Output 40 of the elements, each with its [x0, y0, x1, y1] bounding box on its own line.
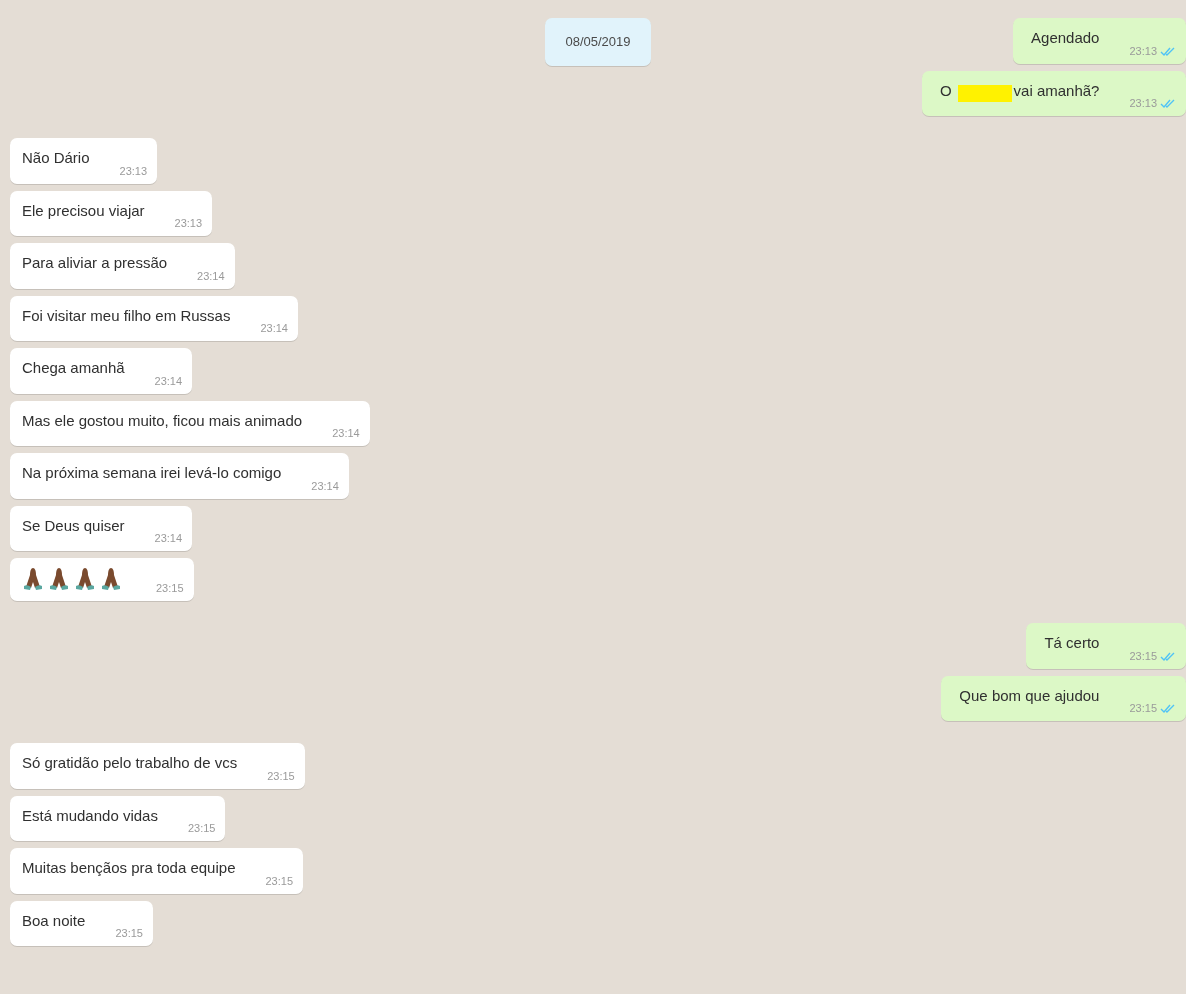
- message-time: 23:15: [1129, 703, 1157, 715]
- message-text: O: [939, 80, 952, 101]
- message-time: 23:14: [154, 533, 183, 545]
- message-time: 23:14: [154, 375, 183, 388]
- message-text: Só gratidão pelo trabalho de vcs: [22, 753, 238, 773]
- message-time: 23:13: [1129, 98, 1157, 110]
- message-time: 23:15: [1129, 650, 1157, 663]
- message-text: Para aliviar a pressão: [22, 253, 168, 273]
- message-text: Que bom que ajudou: [959, 685, 1100, 706]
- message-text: Mas ele gostou muito, ficou mais animado: [22, 410, 303, 431]
- message-time: 23:14: [311, 480, 339, 493]
- message-text: Chega amanhã: [22, 358, 125, 378]
- message-text: Agendado: [1031, 28, 1100, 48]
- folded-hands-icon: [100, 567, 122, 591]
- message-time: 23:14: [260, 323, 288, 335]
- message-time: 23:15: [187, 823, 216, 835]
- message-text: Está mudando vidas: [22, 805, 158, 826]
- message-time: 23:15: [267, 770, 295, 783]
- message-time: 23:15: [115, 928, 143, 940]
- folded-hands-icon: [22, 567, 44, 591]
- message-time: 23:13: [119, 165, 148, 178]
- message-text: Se Deus quiser: [22, 515, 125, 536]
- redaction-mark: [957, 85, 1012, 102]
- folded-hands-icon: [74, 567, 96, 591]
- message-time: 23:13: [174, 218, 203, 230]
- date-separator: 08/05/2019: [545, 18, 651, 66]
- message-time: 23:13: [1129, 45, 1157, 58]
- message-text: Na próxima semana irei levá-lo comigo: [22, 463, 282, 483]
- message-time: 23:14: [332, 428, 360, 440]
- message-text: Não Dário: [22, 148, 90, 168]
- message-time: 23:15: [265, 875, 293, 888]
- message-text: Ele precisou viajar: [22, 200, 145, 221]
- message-text: Muitas bençãos pra toda equipe: [22, 858, 236, 878]
- message-text: vai amanhã?: [1013, 80, 1100, 101]
- message-text: Foi visitar meu filho em Russas: [22, 305, 231, 326]
- message-time: 23:15: [156, 583, 184, 595]
- folded-hands-icon: [48, 567, 70, 591]
- message-text: Boa noite: [22, 910, 86, 931]
- message-time: 23:14: [197, 270, 225, 283]
- message-text: Tá certo: [1044, 633, 1100, 653]
